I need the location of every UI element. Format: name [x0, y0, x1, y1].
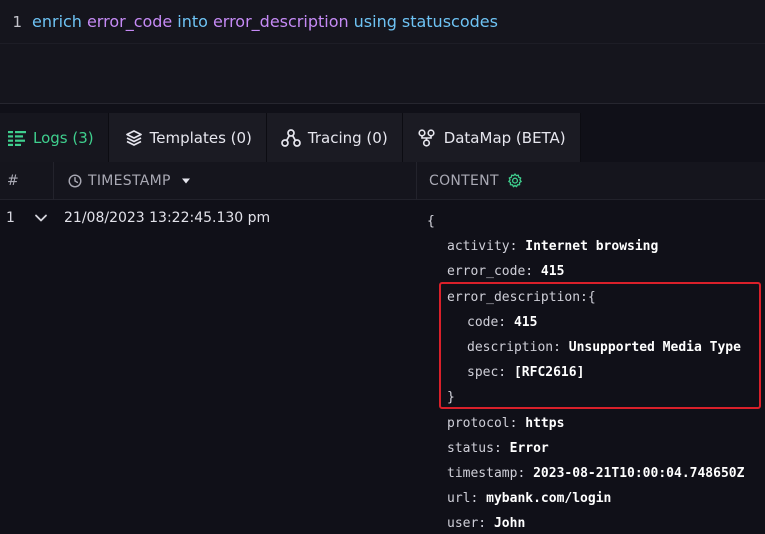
- field-key: spec:: [467, 365, 507, 381]
- field-key: status:: [447, 440, 502, 456]
- datamap-icon: [418, 128, 435, 147]
- query-line[interactable]: 1 enrich error_code into error_descripti…: [0, 0, 765, 44]
- field-error-code: error_code: 415: [427, 259, 744, 284]
- object-close-brace: }: [447, 390, 455, 406]
- field-key: activity:: [447, 239, 518, 255]
- tab-datamap-label: DataMap (BETA): [443, 128, 566, 147]
- field-value: Internet browsing: [525, 239, 659, 255]
- field-protocol: protocol: https: [427, 411, 744, 436]
- field-error-description: error_description:{: [427, 285, 744, 310]
- content-header-label: CONTENT: [429, 172, 499, 189]
- tab-logs[interactable]: Logs (3): [0, 113, 109, 162]
- content-open-brace: {: [427, 214, 435, 229]
- query-keyword-using: using: [353, 12, 397, 31]
- field-status: status: Error: [427, 436, 744, 461]
- field-key: error_description:: [447, 289, 588, 305]
- query-text[interactable]: enrich error_code into error_description…: [28, 12, 498, 31]
- tab-templates-label: Templates (0): [149, 128, 252, 147]
- column-header-content: CONTENT: [417, 162, 765, 200]
- field-key: user:: [447, 516, 487, 532]
- templates-icon: [125, 129, 142, 146]
- field-value: 415: [540, 264, 565, 280]
- chevron-down-icon[interactable]: [34, 213, 48, 223]
- field-key: code:: [467, 314, 507, 330]
- results-tabs: Logs (3) Templates (0) Tracing (0) DataM…: [0, 113, 765, 162]
- field-activity: activity: Internet browsing: [427, 234, 744, 259]
- sort-down-icon[interactable]: [181, 177, 191, 185]
- field-value: 2023-08-21T10:00:04.748650Z: [533, 466, 745, 482]
- field-key: error_code:: [447, 264, 534, 280]
- field-url: url: mybank.com/login: [427, 486, 744, 511]
- gear-icon[interactable]: [507, 172, 523, 189]
- object-open-brace: {: [587, 289, 596, 305]
- table-header: # TIMESTAMP CONTENT: [0, 161, 765, 200]
- column-header-number: #: [0, 161, 54, 200]
- field-key: url:: [447, 491, 479, 507]
- query-keyword-into: into: [177, 12, 208, 31]
- field-value: mybank.com/login: [486, 491, 612, 507]
- field-timestamp: timestamp: 2023-08-21T10:00:04.748650Z: [427, 461, 744, 486]
- field-value: Unsupported Media Type: [568, 340, 741, 356]
- logs-icon: [8, 130, 26, 146]
- field-spec: spec: [RFC2616]: [427, 360, 744, 385]
- field-key: protocol:: [447, 415, 518, 431]
- tab-datamap[interactable]: DataMap (BETA): [402, 113, 581, 162]
- tracing-icon: [281, 128, 301, 147]
- line-number: 1: [12, 12, 22, 31]
- tab-logs-label: Logs (3): [33, 128, 94, 147]
- field-value: John: [493, 516, 526, 532]
- query-target: error_description: [212, 12, 349, 31]
- tab-templates[interactable]: Templates (0): [108, 113, 267, 162]
- query-keyword-enrich: enrich: [32, 12, 82, 31]
- field-value: Error: [509, 440, 549, 456]
- field-value: [RFC2616]: [513, 365, 585, 381]
- field-code: code: 415: [427, 310, 744, 335]
- field-user: user: John: [427, 511, 744, 534]
- timestamp-header-label: TIMESTAMP: [88, 172, 171, 189]
- row-number: 1: [6, 210, 15, 226]
- column-header-timestamp[interactable]: TIMESTAMP: [54, 161, 417, 200]
- field-key: description:: [467, 340, 561, 356]
- tab-tracing[interactable]: Tracing (0): [266, 113, 403, 162]
- query-field: error_code: [86, 12, 173, 31]
- field-key: timestamp:: [447, 466, 526, 482]
- field-value: https: [525, 415, 565, 431]
- query-editor[interactable]: 1 enrich error_code into error_descripti…: [0, 0, 765, 104]
- field-description: description: Unsupported Media Type: [427, 335, 744, 360]
- tab-tracing-label: Tracing (0): [307, 128, 388, 147]
- row-timestamp: 21/08/2023 13:22:45.130 pm: [64, 210, 271, 226]
- query-table: statuscodes: [401, 12, 498, 31]
- log-content: { activity: Internet browsing error_code…: [427, 209, 744, 534]
- field-value: 415: [513, 314, 538, 330]
- clock-icon: [68, 173, 82, 188]
- tabs-spacer: [580, 113, 765, 162]
